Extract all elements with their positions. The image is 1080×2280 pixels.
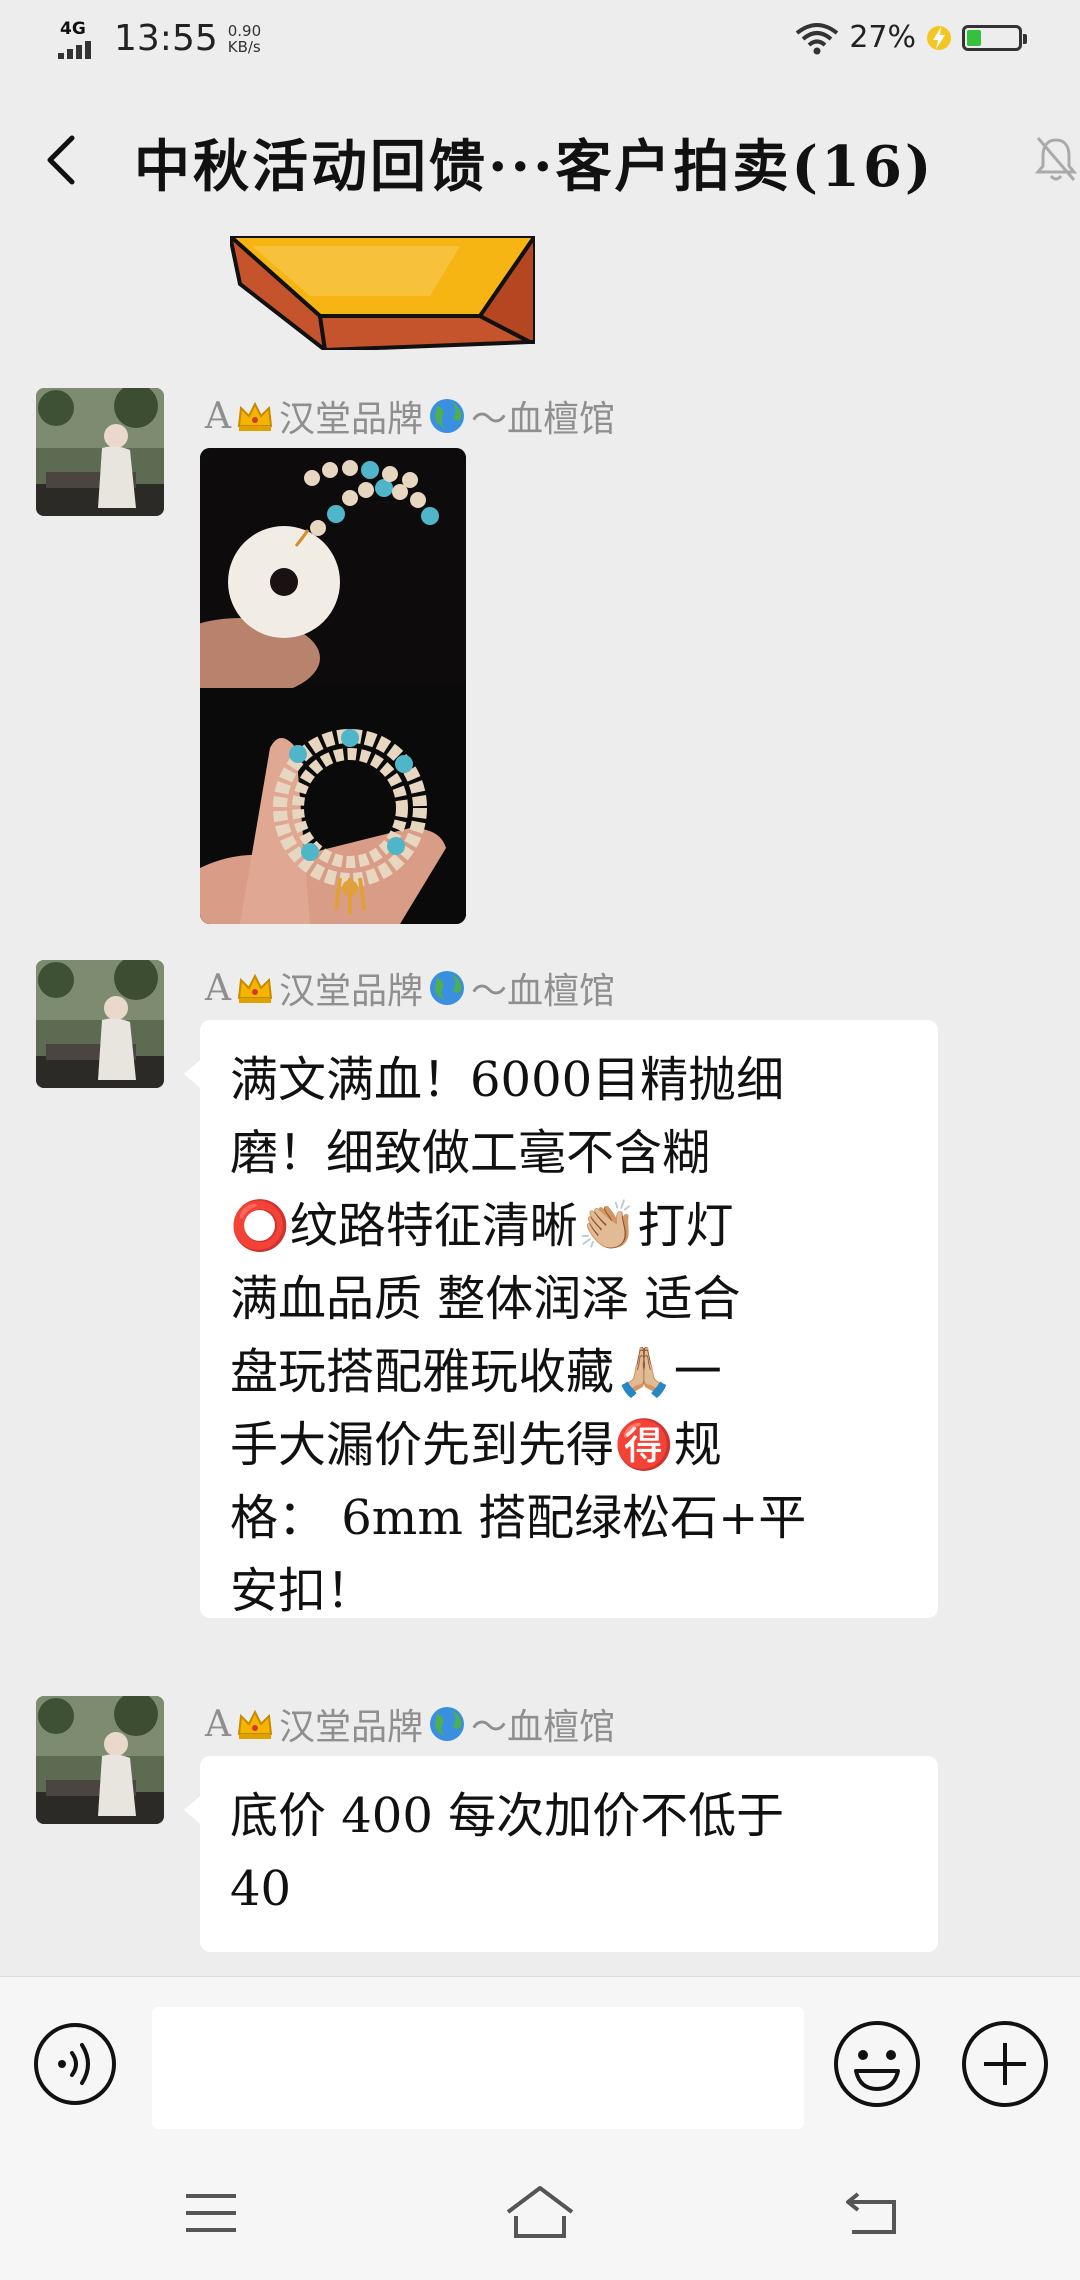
message-line: ⭕纹路特征清晰👏🏼打灯 [230,1197,734,1254]
message-line: 底价 400 每次加价不低于 [230,1788,785,1844]
clock: 13:55 [114,18,218,59]
network-speed: 0.90 KB/s [228,23,261,55]
home-icon[interactable] [502,2182,578,2242]
menu-icon[interactable] [182,2190,240,2236]
message-line: 手大漏价先到先得🉐规 [230,1416,722,1473]
chat-input-bar [0,1976,1080,2147]
globe-icon [430,971,465,1005]
avatar[interactable] [36,1696,164,1824]
sender-middle: 汉堂品牌 [279,971,424,1012]
battery-level [967,29,981,46]
signal-indicator: 4G [58,19,104,59]
wifi-icon [796,22,839,54]
avatar[interactable] [36,960,164,1088]
smiley-icon[interactable] [832,2019,922,2109]
sender-prefix: A [205,1703,231,1745]
avatar[interactable] [36,388,164,516]
sender-prefix: A [205,395,231,437]
message-line: 磨！细致做工毫不含糊 [230,1124,711,1181]
message-line: 安扣！ [230,1562,375,1619]
message-line: 盘玩搭配雅玩收藏🙏🏼一 [230,1343,722,1400]
sender-middle: 汉堂品牌 [279,1707,424,1748]
crown-icon [237,973,273,1003]
signal-bars-icon [58,40,91,59]
globe-icon [430,399,465,433]
bell-off-icon [1034,137,1078,181]
system-nav-bar [0,2146,1080,2280]
sender-name: A 汉堂品牌 ～血檀馆 [205,962,615,1014]
sender-name: A 汉堂品牌 ～血檀馆 [205,390,615,442]
network-type: 4G [60,18,86,39]
status-bar: 4G 13:55 0.90 KB/s 27% [0,0,1080,80]
crown-icon [237,401,273,431]
sender-suffix: ～血檀馆 [471,971,616,1012]
network-speed-value: 0.90 [227,21,262,40]
charging-icon [927,25,951,50]
product-photo[interactable] [200,448,466,924]
message-bubble[interactable]: 满文满血！6000目精抛细 磨！细致做工毫不含糊 ⭕纹路特征清晰👏🏼打灯 满血品… [184,1020,938,1619]
message-bubble[interactable]: 底价 400 每次加价不低于 40 [184,1756,938,1952]
message-input[interactable] [152,2007,804,2129]
voice-icon[interactable] [32,2021,118,2107]
sender-middle: 汉堂品牌 [279,399,424,440]
sticker-image[interactable] [230,236,535,350]
network-speed-unit: KB/s [227,37,261,56]
chat-header: 中秋活动回馈···客户拍卖(16) [0,100,1080,220]
message-line: 满文满血！6000目精抛细 [230,1052,785,1108]
globe-icon [430,1707,465,1741]
sender-name: A 汉堂品牌 ～血檀馆 [205,1698,615,1750]
message-line: 格： 6mm 搭配绿松石+平 [230,1489,807,1546]
battery-percent: 27% [849,20,916,55]
battery-icon [962,24,1027,51]
plus-icon[interactable] [960,2019,1050,2109]
back-arrow-icon[interactable] [840,2186,902,2238]
message-line: 满血品质 整体润泽 适合 [230,1270,741,1327]
chat-title: 中秋活动回馈···客户拍卖(16) [134,134,935,200]
crown-icon [237,1709,273,1739]
sender-suffix: ～血檀馆 [471,399,616,440]
message-line: 40 [230,1860,292,1917]
sender-prefix: A [205,967,231,1009]
chevron-left-icon[interactable] [36,130,86,190]
sender-suffix: ～血檀馆 [471,1707,616,1748]
